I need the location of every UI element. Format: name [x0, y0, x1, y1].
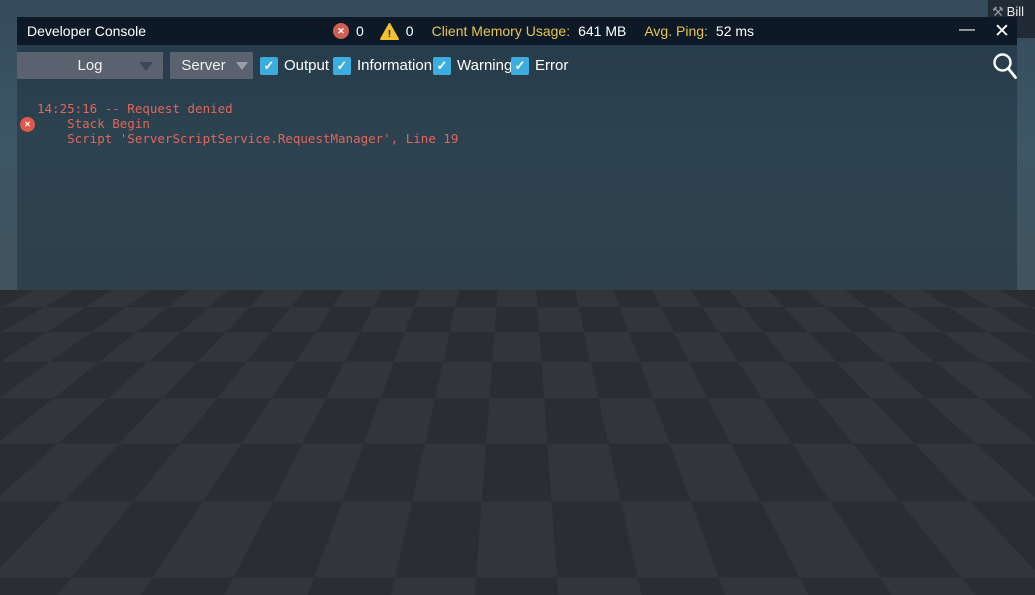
- error-count: 0: [356, 23, 364, 39]
- error-label: Error: [535, 57, 568, 74]
- chevron-down-icon: [236, 62, 248, 70]
- log-tab-dropdown[interactable]: Log: [17, 52, 163, 79]
- log-entry[interactable]: ✕ 14:25:16 -- Request denied Stack Begin…: [17, 101, 1017, 146]
- filter-warning: ✓ Warning: [433, 52, 512, 79]
- log-line-2: Stack Begin: [37, 116, 1017, 131]
- output-label: Output: [284, 57, 329, 74]
- information-checkbox[interactable]: ✓: [333, 57, 351, 75]
- console-titlebar[interactable]: Developer Console ✕ 0 ! 0 Client Memory …: [17, 17, 1017, 45]
- warning-count: 0: [406, 23, 414, 39]
- warning-label: Warning: [457, 57, 512, 74]
- screen-bottom-strip: [0, 591, 1035, 595]
- output-checkbox[interactable]: ✓: [260, 57, 278, 75]
- error-checkbox[interactable]: ✓: [511, 57, 529, 75]
- filter-information: ✓ Information: [333, 52, 432, 79]
- status-cluster: ✕ 0 ! 0 Client Memory Usage: 641 MB Avg.…: [333, 17, 754, 45]
- memory-label: Client Memory Usage:: [432, 23, 571, 39]
- filter-error: ✓ Error: [511, 52, 568, 79]
- error-entry-icon: ✕: [20, 117, 35, 132]
- warning-checkbox[interactable]: ✓: [433, 57, 451, 75]
- memory-value: 641 MB: [578, 23, 626, 39]
- warning-icon: !: [380, 23, 399, 40]
- page-title: Developer Console: [27, 17, 146, 45]
- command-line-box: [25, 547, 1010, 577]
- context-dropdown[interactable]: Server: [170, 52, 253, 79]
- corner-shadow: [1017, 577, 1035, 595]
- error-count-icon: ✕: [333, 23, 349, 39]
- chevron-down-icon: [139, 62, 153, 71]
- minimize-button[interactable]: —: [957, 17, 977, 45]
- filter-output: ✓ Output: [260, 52, 329, 79]
- log-output-area: ✕ 14:25:16 -- Request denied Stack Begin…: [17, 101, 1017, 146]
- information-label: Information: [357, 57, 432, 74]
- ping-value: 52 ms: [716, 23, 754, 39]
- log-line-1: 14:25:16 -- Request denied: [37, 101, 1017, 116]
- log-line-3: Script 'ServerScriptService.RequestManag…: [37, 131, 1017, 146]
- command-line-input[interactable]: [26, 554, 1009, 571]
- svg-text:!: !: [388, 29, 391, 40]
- search-icon[interactable]: [991, 51, 1019, 83]
- close-button[interactable]: ✕: [991, 17, 1013, 45]
- ping-label: Avg. Ping:: [644, 23, 708, 39]
